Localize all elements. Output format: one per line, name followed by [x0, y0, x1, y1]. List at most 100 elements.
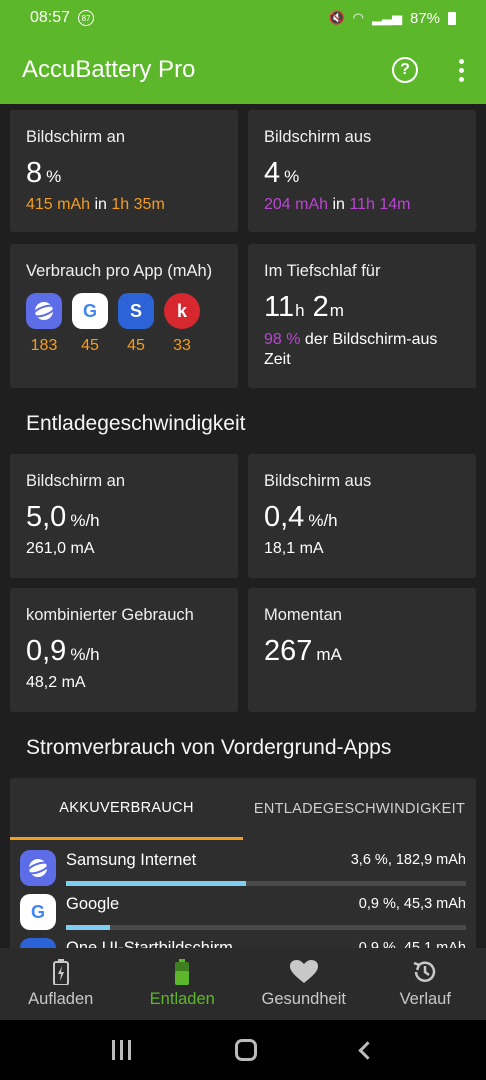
app-usage-value: 3,6 %, 182,9 mAh	[350, 852, 466, 868]
nav-health[interactable]: Gesundheit	[243, 948, 365, 1020]
recent-apps-icon[interactable]	[112, 1040, 131, 1060]
screen-on-mah: 415 mAh	[26, 196, 91, 213]
samsung-internet-icon	[20, 850, 56, 886]
clock: 08:57	[30, 9, 71, 26]
minutes-unit: m	[329, 301, 344, 320]
discharge-section-title: Entladegeschwindigkeit	[26, 412, 246, 435]
battery-charging-icon	[52, 959, 69, 985]
more-options-icon[interactable]	[458, 58, 464, 82]
current-card[interactable]: Momentan 267 mA	[248, 588, 476, 712]
tab-discharge-speed[interactable]: ENTLADEGESCHWINDIGKEIT	[243, 778, 476, 840]
nav-label: Entladen	[149, 990, 215, 1008]
card-label: Bildschirm an	[26, 472, 126, 490]
nav-discharging[interactable]: Entladen	[122, 948, 244, 1020]
combined-ma: 48,2 mA	[26, 674, 86, 691]
rate-unit: %/h	[70, 645, 100, 664]
card-label: Bildschirm aus	[264, 128, 372, 146]
wifi-icon: ◠	[352, 10, 364, 25]
in-label: in	[94, 196, 107, 213]
in-label: in	[332, 196, 345, 213]
card-label: Bildschirm aus	[264, 472, 372, 490]
deep-sleep-minutes: 2	[312, 291, 329, 323]
battery-icon	[448, 11, 456, 25]
kleinanzeigen-icon: k	[164, 293, 200, 329]
screen-on-card[interactable]: Bildschirm an 8% 415 mAh in 1h 35m	[10, 110, 238, 232]
app-row[interactable]: G Google 0,9 %, 45,3 mAh	[10, 890, 476, 934]
home-icon[interactable]	[235, 1039, 257, 1061]
card-label: Im Tiefschlaf für	[264, 262, 381, 280]
app-row[interactable]: ⌂ One UI-Startbildschirm 0,9 %, 45,1 mAh	[10, 934, 476, 948]
google-icon: G	[72, 293, 108, 329]
status-bar: 08:57 87 🔇 ◠ ▂▃▅ 87%	[0, 0, 486, 36]
app-name: One UI-Startbildschirm	[66, 939, 233, 948]
app-row[interactable]: Samsung Internet 3,6 %, 182,9 mAh	[10, 846, 476, 890]
nav-label: Aufladen	[28, 990, 94, 1008]
bottom-navigation: Aufladen Entladen Gesundheit Verlauf	[0, 948, 486, 1020]
notification-badge-icon: 87	[78, 10, 95, 26]
app-usage-value: 33	[173, 337, 191, 354]
nav-label: Verlauf	[399, 990, 451, 1008]
app-usage-value: 183	[30, 337, 58, 354]
hours-unit: h	[295, 301, 305, 320]
nav-history[interactable]: Verlauf	[365, 948, 486, 1020]
app-usage-value: 45	[81, 337, 99, 354]
discharge-off-card[interactable]: Bildschirm aus 0,4 %/h 18,1 mA	[248, 454, 476, 578]
discharge-off-value: 0,4	[264, 501, 305, 533]
samsung-store-icon: S	[118, 293, 154, 329]
combined-value: 0,9	[26, 635, 67, 667]
app-usage-value: 45	[127, 337, 145, 354]
screen-on-percent: 8	[26, 157, 43, 189]
tab-battery-usage[interactable]: AKKUVERBRAUCH	[10, 778, 243, 840]
current-unit: mA	[316, 645, 342, 664]
app-name: Google	[66, 895, 120, 913]
foreground-apps-card: AKKUVERBRAUCH ENTLADEGESCHWINDIGKEIT Sam…	[10, 778, 476, 948]
usage-bar	[66, 925, 466, 930]
signal-icon: ▂▃▅	[371, 10, 402, 25]
nav-label: Gesundheit	[261, 990, 346, 1008]
screen-off-mah: 204 mAh	[264, 196, 329, 213]
current-value: 267	[264, 635, 313, 667]
screen-on-duration: 1h 35m	[111, 196, 165, 213]
samsung-internet-icon	[26, 293, 62, 329]
nav-charging[interactable]: Aufladen	[0, 948, 122, 1020]
app-usage-item[interactable]: G 45	[72, 293, 108, 355]
combined-usage-card[interactable]: kombinierter Gebrauch 0,9 %/h 48,2 mA	[10, 588, 238, 712]
heart-icon	[289, 959, 318, 985]
app-usage-item[interactable]: S 45	[118, 293, 154, 355]
app-usage-item[interactable]: k 33	[164, 293, 200, 355]
discharge-on-value: 5,0	[26, 501, 67, 533]
app-title: AccuBattery Pro	[22, 56, 196, 83]
back-icon[interactable]	[358, 1040, 377, 1060]
foreground-section-title: Stromverbrauch von Vordergrund-Apps	[26, 736, 392, 759]
usage-bar	[66, 881, 466, 886]
card-label: Verbrauch pro App (mAh)	[26, 262, 213, 280]
discharge-on-ma: 261,0 mA	[26, 540, 95, 557]
app-usage-value: 0,9 %, 45,1 mAh	[358, 940, 466, 948]
percent-unit: %	[46, 167, 62, 186]
help-icon[interactable]: ?	[392, 57, 418, 83]
battery-percent: 87%	[409, 9, 440, 27]
home-launcher-icon: ⌂	[20, 938, 56, 948]
percent-unit: %	[284, 167, 300, 186]
rate-unit: %/h	[308, 511, 338, 530]
screen-off-duration: 11h 14m	[349, 196, 411, 213]
discharge-off-ma: 18,1 mA	[264, 540, 324, 557]
main-content[interactable]: Bildschirm an 8% 415 mAh in 1h 35m Bilds…	[0, 104, 486, 948]
card-label: Momentan	[264, 606, 342, 624]
google-icon: G	[20, 894, 56, 930]
app-usage-value: 0,9 %, 45,3 mAh	[358, 896, 466, 912]
card-label: Bildschirm an	[26, 128, 126, 146]
mute-icon: 🔇	[328, 10, 345, 25]
rate-unit: %/h	[70, 511, 100, 530]
app-usage-item[interactable]: 183	[26, 293, 62, 355]
deep-sleep-percent: 98 %	[264, 331, 301, 348]
deep-sleep-card[interactable]: Im Tiefschlaf für 11h 2m 98 % der Bildsc…	[248, 244, 476, 388]
history-icon	[412, 959, 438, 985]
battery-icon	[174, 959, 190, 985]
app-usage-card[interactable]: Verbrauch pro App (mAh) 183 G 45 S 45 k …	[10, 244, 238, 388]
app-name: Samsung Internet	[66, 851, 197, 869]
deep-sleep-hours: 11	[264, 291, 295, 323]
discharge-on-card[interactable]: Bildschirm an 5,0 %/h 261,0 mA	[10, 454, 238, 578]
app-bar: AccuBattery Pro ?	[0, 36, 486, 104]
screen-off-card[interactable]: Bildschirm aus 4% 204 mAh in 11h 14m	[248, 110, 476, 232]
